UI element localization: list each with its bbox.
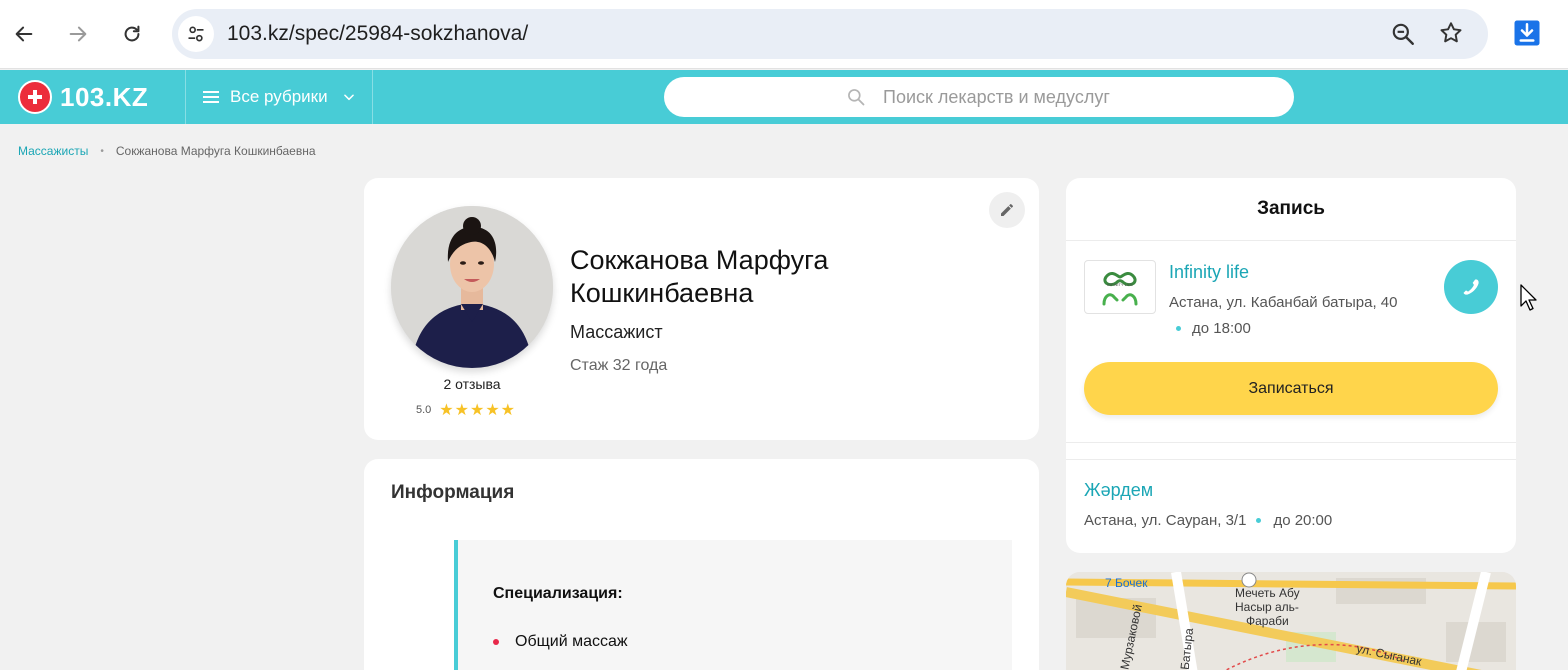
- search-icon: [848, 89, 865, 106]
- map-label: Фараби: [1246, 614, 1289, 628]
- doctor-experience: Стаж 32 года: [570, 357, 668, 374]
- pencil-icon: [1001, 203, 1014, 216]
- forward-arrow-icon: [69, 26, 87, 42]
- address-bar[interactable]: 103.kz/spec/25984-sokzhanova/: [172, 9, 1488, 59]
- rating: 5.0 ★★★★★: [416, 400, 516, 420]
- logo-text: 103.KZ: [60, 81, 149, 112]
- alt-clinic-info: Астана, ул. Сауран, 3/1 до 20:00: [1084, 512, 1332, 529]
- phone-icon: [1463, 279, 1479, 295]
- header-divider: [185, 70, 186, 124]
- divider: [1066, 459, 1516, 460]
- reviews-count[interactable]: 2 отзыва: [391, 376, 553, 392]
- download-icon[interactable]: [1512, 18, 1542, 53]
- clinic-logo[interactable]: INFINITY LIFE: [1084, 260, 1156, 314]
- rating-value: 5.0: [416, 404, 432, 416]
- info-card: Информация Специализация: Общий массаж: [364, 459, 1039, 670]
- all-rubrics-menu[interactable]: Все рубрики: [203, 70, 356, 124]
- clinic-hours: до 18:00: [1176, 320, 1251, 337]
- search-input[interactable]: Поиск лекарств и медуслуг: [664, 77, 1294, 117]
- rating-stars-icon: ★★★★★: [439, 402, 517, 419]
- alt-clinic-address: Астана, ул. Сауран, 3/1: [1084, 512, 1247, 529]
- map-label: 7 Бочек: [1105, 576, 1148, 590]
- status-dot-icon: [1256, 518, 1262, 523]
- alt-clinic-name-link[interactable]: Жәрдем: [1084, 480, 1153, 501]
- breadcrumb-current: Сокжанова Марфуга Кошкинбаевна: [115, 144, 316, 158]
- specialization-item-label: Общий массаж: [515, 633, 628, 650]
- clinic-logo-text: INFINITY LIFE: [1107, 282, 1133, 287]
- breadcrumb: Массажисты • Сокжанова Марфуга Кошкинбае…: [18, 144, 316, 158]
- alt-clinic-hours: до 20:00: [1273, 512, 1333, 529]
- header-divider: [372, 70, 373, 124]
- specialization-box: Специализация: Общий массаж: [454, 540, 1012, 670]
- specialization-item: Общий массаж: [493, 633, 628, 651]
- site-info-button[interactable]: [178, 16, 214, 52]
- back-arrow-icon: [15, 26, 33, 42]
- specialization-label: Специализация:: [493, 585, 623, 602]
- map[interactable]: 7 Бочек Мечеть Абу Насыр аль- Фараби ул.…: [1066, 572, 1516, 670]
- breadcrumb-link-massagists[interactable]: Массажисты: [18, 144, 88, 158]
- site-logo[interactable]: 103.KZ: [18, 80, 148, 114]
- rubrics-label: Все рубрики: [230, 87, 328, 106]
- browser-toolbar: 103.kz/spec/25984-sokzhanova/: [0, 0, 1568, 69]
- site-header: 103.KZ Все рубрики Поиск лекарств и меду…: [0, 70, 1568, 124]
- tune-icon: [188, 26, 204, 42]
- forward-button[interactable]: [62, 18, 94, 50]
- search-placeholder: Поиск лекарств и медуслуг: [883, 86, 1110, 107]
- map-label: Мечеть Абу: [1235, 586, 1300, 600]
- profile-card: 2 отзыва 5.0 ★★★★★ Сокжанова Марфуга Кош…: [364, 178, 1039, 440]
- doctor-photo: [391, 206, 553, 368]
- url-text[interactable]: 103.kz/spec/25984-sokzhanova/: [227, 22, 528, 46]
- chevron-down-icon: [343, 94, 354, 101]
- bullet-icon: [493, 639, 499, 645]
- doctor-name: Сокжанова Марфуга Кошкинбаевна: [570, 245, 829, 308]
- book-appointment-button[interactable]: Записаться: [1084, 362, 1498, 415]
- breadcrumb-separator: •: [100, 145, 104, 157]
- bookmark-star-icon[interactable]: [1438, 20, 1464, 51]
- clinic-name-link[interactable]: Infinity life: [1169, 262, 1249, 283]
- zoom-icon[interactable]: [1390, 21, 1416, 52]
- mouse-cursor-icon: [1520, 284, 1540, 317]
- edit-button[interactable]: [989, 192, 1025, 228]
- booking-card: Запись INFINITY LIFE Infinity life Астан…: [1066, 178, 1516, 553]
- info-title: Информация: [391, 482, 515, 503]
- booking-title: Запись: [1066, 178, 1516, 241]
- back-button[interactable]: [8, 18, 40, 50]
- red-cross-icon: [18, 80, 52, 114]
- menu-icon: [203, 90, 219, 104]
- clinic-hours-text: до 18:00: [1192, 320, 1251, 337]
- reload-button[interactable]: [116, 18, 148, 50]
- doctor-role: Массажист: [570, 322, 663, 342]
- divider: [1066, 442, 1516, 443]
- map-label: Насыр аль-: [1235, 600, 1299, 614]
- clinic-address: Астана, ул. Кабанбай батыра, 40: [1169, 294, 1398, 311]
- call-button[interactable]: [1444, 260, 1498, 314]
- reload-icon: [124, 25, 140, 42]
- status-dot-icon: [1176, 326, 1181, 331]
